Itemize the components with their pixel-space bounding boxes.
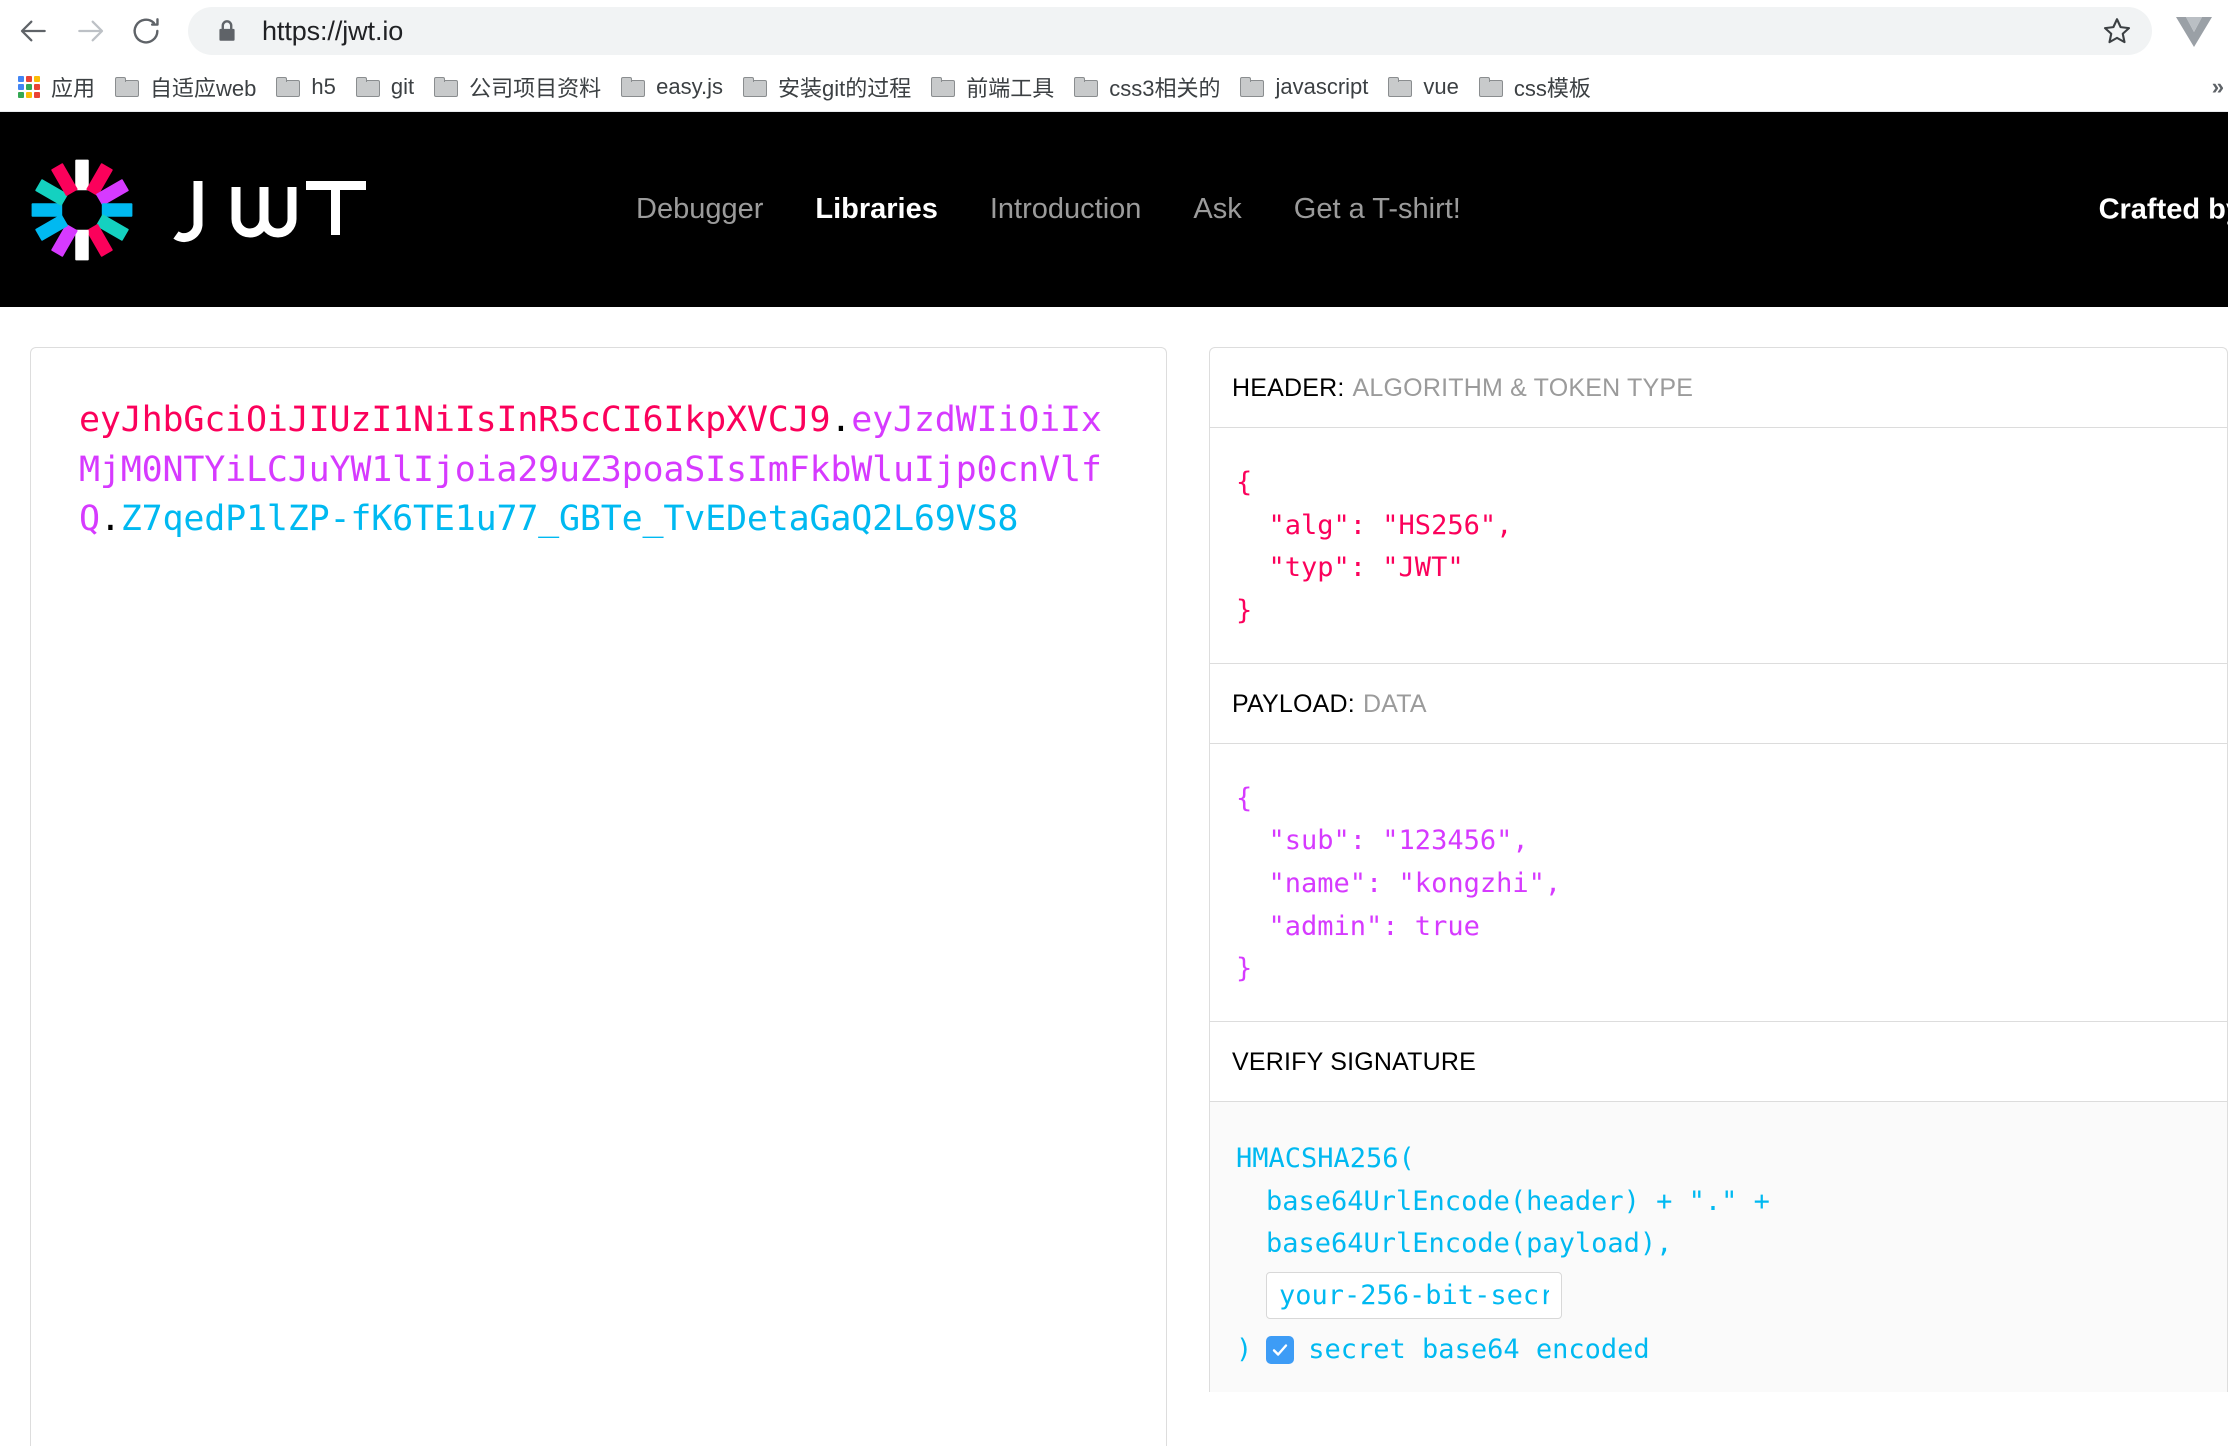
bookmark-label: h5 xyxy=(311,73,336,99)
base64-encoded-label: secret base64 encoded xyxy=(1308,1333,1650,1365)
jwt-wordmark xyxy=(170,167,370,253)
bookmark-item[interactable]: css3相关的 xyxy=(1064,68,1230,106)
nav-link-ask[interactable]: Ask xyxy=(1167,193,1267,226)
bookmark-item[interactable]: css模板 xyxy=(1469,68,1601,106)
signature-line-hmac: HMACSHA256( xyxy=(1236,1142,1415,1174)
back-arrow-icon xyxy=(18,15,50,47)
reload-icon xyxy=(130,15,162,47)
bookmark-item[interactable]: h5 xyxy=(266,68,345,106)
signature-close-paren: ) xyxy=(1236,1333,1253,1365)
payload-label: PAYLOAD: xyxy=(1232,689,1355,718)
token-header-segment: eyJhbGciOiJIUzI1NiIsInR5cCI6IkpXVCJ9 xyxy=(79,400,831,440)
site-logo[interactable] xyxy=(28,156,370,264)
apps-grid-icon xyxy=(18,75,40,98)
folder-icon xyxy=(1388,76,1413,97)
bookmark-item[interactable]: 安装git的过程 xyxy=(733,68,921,106)
payload-sublabel: DATA xyxy=(1362,689,1427,718)
folder-icon xyxy=(115,76,140,97)
bookmarks-overflow-icon[interactable]: » xyxy=(2212,74,2224,100)
forward-button[interactable] xyxy=(62,3,118,59)
vue-devtools-icon[interactable] xyxy=(2174,13,2214,49)
folder-icon xyxy=(621,76,646,97)
signature-section-title: VERIFY SIGNATURE xyxy=(1210,1022,2227,1102)
browser-toolbar: https://jwt.io xyxy=(0,0,2228,62)
nav-link-libraries[interactable]: Libraries xyxy=(789,193,964,226)
base64-encoded-checkbox[interactable] xyxy=(1266,1336,1295,1365)
bookmark-item[interactable]: javascript xyxy=(1230,68,1378,106)
browser-chrome: https://jwt.io 应用 自适应web h5 git 公司项目资料 easy.j… xyxy=(0,0,2228,112)
bookmark-item[interactable]: easy.js xyxy=(611,68,733,106)
folder-icon xyxy=(931,76,956,97)
header-section: HEADER: ALGORITHM & TOKEN TYPE { "alg": "… xyxy=(1209,347,2228,663)
header-section-title: HEADER: ALGORITHM & TOKEN TYPE xyxy=(1210,348,2227,428)
payload-section: PAYLOAD: DATA { "sub": "123456", "name": … xyxy=(1209,662,2228,1021)
encoded-panel[interactable]: eyJhbGciOiJIUzI1NiIsInR5cCI6IkpXVCJ9.eyJ… xyxy=(30,347,1167,1446)
bookmark-item[interactable]: 应用 xyxy=(8,68,105,106)
header-label: HEADER: xyxy=(1232,374,1345,402)
bookmark-label: css模板 xyxy=(1513,75,1591,101)
folder-icon xyxy=(742,76,767,97)
star-icon[interactable] xyxy=(2102,16,2132,46)
bookmark-label: 公司项目资料 xyxy=(469,75,602,101)
bookmark-item[interactable]: git xyxy=(346,68,424,106)
debugger-area: eyJhbGciOiJIUzI1NiIsInR5cCI6IkpXVCJ9.eyJ… xyxy=(0,307,2228,1446)
bookmark-label: easy.js xyxy=(656,73,723,99)
nav-link-debugger[interactable]: Debugger xyxy=(610,193,789,226)
folder-icon xyxy=(1074,76,1099,97)
nav-link-get-a-tshirt[interactable]: Get a T-shirt! xyxy=(1268,193,1487,226)
bookmark-item[interactable]: 自适应web xyxy=(105,68,266,106)
bookmark-label: 自适应web xyxy=(150,75,257,101)
header-json-editor[interactable]: { "alg": "HS256", "typ": "JWT" } xyxy=(1210,428,2227,663)
token-separator-2: . xyxy=(99,499,121,540)
site-nav: Debugger Libraries Introduction Ask Get … xyxy=(610,193,1487,226)
bookmark-item[interactable]: 公司项目资料 xyxy=(424,68,611,106)
bookmark-label: 前端工具 xyxy=(966,75,1055,101)
back-button[interactable] xyxy=(6,3,62,59)
folder-icon xyxy=(355,76,380,97)
signature-section: VERIFY SIGNATURE HMACSHA256( base64UrlEnc… xyxy=(1209,1020,2228,1392)
bookmark-label: vue xyxy=(1423,73,1459,99)
signature-editor[interactable]: HMACSHA256( base64UrlEncode(header) + "."… xyxy=(1210,1101,2227,1392)
signature-line-header: base64UrlEncode(header) + "." + xyxy=(1266,1185,1770,1217)
decoded-panel: HEADER: ALGORITHM & TOKEN TYPE { "alg": "… xyxy=(1209,347,2228,1446)
bookmark-label: css3相关的 xyxy=(1109,75,1221,101)
lock-icon xyxy=(214,18,240,44)
crafted-by-label: Crafted by xyxy=(2098,193,2228,225)
encoded-token[interactable]: eyJhbGciOiJIUzI1NiIsInR5cCI6IkpXVCJ9.eyJ… xyxy=(79,396,1116,545)
folder-icon xyxy=(1478,76,1503,97)
payload-json-editor[interactable]: { "sub": "123456", "name": "kongzhi", "a… xyxy=(1210,744,2227,1021)
signature-label: VERIFY SIGNATURE xyxy=(1232,1047,1476,1076)
bookmark-item[interactable]: vue xyxy=(1378,68,1468,106)
token-signature-segment: Z7qedP1lZP-fK6TE1u77_GBTe_TvEDetaGaQ2L69… xyxy=(120,499,1019,540)
address-bar[interactable]: https://jwt.io xyxy=(188,7,2152,55)
folder-icon xyxy=(434,76,459,97)
folder-icon xyxy=(1240,76,1265,97)
token-separator-1: . xyxy=(830,400,852,440)
bookmarks-bar: 应用 自适应web h5 git 公司项目资料 easy.js 安装git的过程 前端工具 cs… xyxy=(0,62,2228,112)
site-header: Debugger Libraries Introduction Ask Get … xyxy=(0,112,2228,307)
payload-section-title: PAYLOAD: DATA xyxy=(1210,664,2227,744)
bookmark-label: git xyxy=(390,73,415,99)
signature-line-payload: base64UrlEncode(payload), xyxy=(1266,1228,1673,1260)
bookmark-label: 应用 xyxy=(51,75,96,101)
nav-link-introduction[interactable]: Introduction xyxy=(964,193,1168,226)
header-sublabel: ALGORITHM & TOKEN TYPE xyxy=(1352,374,1694,402)
bookmark-label: javascript xyxy=(1275,73,1369,99)
jwt-starburst-logo-icon xyxy=(28,156,136,264)
bookmark-label: 安装git的过程 xyxy=(777,75,912,101)
url-text[interactable]: https://jwt.io xyxy=(262,16,2102,47)
reload-button[interactable] xyxy=(118,3,174,59)
secret-input[interactable] xyxy=(1266,1271,1562,1319)
folder-icon xyxy=(276,76,301,97)
forward-arrow-icon xyxy=(74,15,106,47)
bookmark-item[interactable]: 前端工具 xyxy=(921,68,1064,106)
